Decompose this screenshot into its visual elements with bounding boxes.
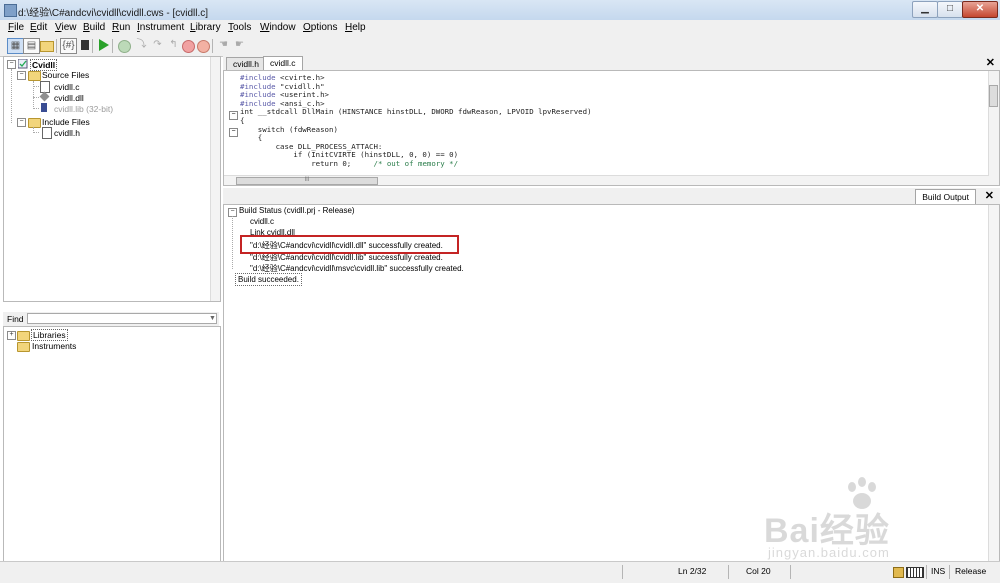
keyboard-icon (906, 567, 924, 578)
collapse-root-icon[interactable]: − (7, 60, 16, 69)
find-bar: Find ▼ (3, 312, 219, 326)
tree-scrollbar[interactable] (210, 57, 220, 301)
editor-tab-strip: cvidll.h cvidll.c ✕ (223, 56, 1000, 71)
window-title: d:\经验\C#andcvi\cvidll\cvidll.cws - [cvid… (18, 8, 209, 19)
menu-build[interactable]: Build (83, 22, 105, 33)
workspace-icon[interactable]: ▦ (7, 38, 24, 54)
tab-cvidll-c[interactable]: cvidll.c (263, 56, 303, 71)
project-tree-pane: − Cvidll − Source Files cvidll.c cvidll.… (3, 56, 221, 302)
collapse-source-icon[interactable]: − (17, 71, 26, 80)
code-editor[interactable]: − − #include <cvirte.h> #include "cvidll… (223, 70, 1000, 186)
menu-window[interactable]: Window (260, 22, 296, 33)
find-label: Find (7, 314, 24, 324)
editor-horizontal-scrollbar[interactable]: III (224, 175, 989, 185)
build-result: Build succeeded. (235, 273, 302, 286)
tree-libraries[interactable]: Libraries (31, 329, 68, 341)
code-text: #include <cvirte.h> #include "cvidll.h" … (240, 73, 592, 168)
step-over-icon[interactable]: ↷ (150, 38, 165, 52)
stop-icon[interactable] (182, 40, 195, 53)
menu-tools[interactable]: Tools (228, 22, 251, 33)
step-icon[interactable]: ⤵ (134, 38, 149, 52)
tree-file-cvidll-dll[interactable]: cvidll.dll (54, 93, 84, 103)
fold-icon[interactable]: − (229, 111, 238, 120)
menu-edit[interactable]: Edit (30, 22, 47, 33)
lock-icon (893, 567, 904, 578)
menu-instrument[interactable]: Instrument (137, 22, 184, 33)
collapse-include-icon[interactable]: − (17, 118, 26, 127)
tree-file-cvidll-lib[interactable]: cvidll.lib (32-bit) (54, 104, 113, 114)
include-icon[interactable]: {#} (60, 38, 77, 54)
highlight-box (240, 235, 459, 254)
output-line: cvidll.c (250, 217, 275, 226)
menu-view[interactable]: View (55, 22, 77, 33)
library-tree-pane: + Libraries Instruments (3, 326, 221, 562)
hand-icon[interactable]: ☚ (216, 38, 231, 52)
project-icon[interactable]: ▤ (23, 38, 40, 54)
folder-icon (17, 331, 30, 341)
status-line: Ln 2/32 (678, 566, 707, 576)
chip-icon[interactable] (78, 38, 93, 52)
terminate-icon[interactable] (197, 40, 210, 53)
breakpoint-icon[interactable] (118, 40, 131, 53)
folder-icon (28, 118, 41, 128)
status-config: Release (955, 566, 987, 576)
menu-options[interactable]: Options (303, 22, 337, 33)
h-file-icon (42, 127, 52, 139)
close-output-icon[interactable]: ✕ (985, 189, 994, 202)
title-bar: d:\经验\C#andcvi\cvidll\cvidll.cws - [cvid… (0, 0, 1000, 21)
close-editor-icon[interactable]: ✕ (986, 56, 995, 69)
fold-icon[interactable]: − (229, 128, 238, 137)
tree-source-folder[interactable]: Source Files (42, 70, 89, 80)
tree-file-cvidll-c[interactable]: cvidll.c (54, 82, 80, 92)
lib-icon (41, 103, 47, 112)
build-status-header: Build Status (cvidll.prj - Release) (239, 206, 355, 215)
menu-help[interactable]: Help (345, 22, 366, 33)
tree-instruments[interactable]: Instruments (32, 341, 76, 351)
tab-build-output[interactable]: Build Output (915, 189, 976, 205)
tab-cvidll-h[interactable]: cvidll.h (226, 57, 266, 71)
open-icon[interactable] (39, 38, 54, 52)
project-icon (18, 59, 28, 69)
find-dropdown-icon[interactable]: ▼ (208, 313, 217, 324)
toolbar: ▦ ▤ {#} ⤵ ↷ ↰ ☚ ☛ (0, 36, 1000, 57)
step-out-icon[interactable]: ↰ (166, 38, 181, 52)
watermark-url: jingyan.baidu.com (768, 545, 890, 560)
status-mode: INS (931, 566, 946, 576)
find-input[interactable] (27, 313, 217, 324)
menu-run[interactable]: Run (112, 22, 130, 33)
output-tab-strip: Build Output ✕ (223, 188, 1000, 205)
menu-bar: File Edit View Build Run Instrument Libr… (0, 20, 1000, 36)
expand-libraries-icon[interactable]: + (7, 331, 16, 340)
folder-icon (17, 342, 30, 352)
menu-library[interactable]: Library (190, 22, 221, 33)
editor-vertical-scrollbar[interactable] (988, 71, 999, 185)
minimize-button[interactable]: ▁ (912, 1, 938, 18)
hand2-icon[interactable]: ☛ (232, 38, 247, 52)
close-window-button[interactable]: ✕ (962, 1, 998, 18)
tree-file-cvidll-h[interactable]: cvidll.h (54, 128, 80, 138)
menu-file[interactable]: File (8, 22, 24, 33)
status-col: Col 20 (746, 566, 771, 576)
maximize-button[interactable]: □ (937, 1, 963, 18)
watermark: Bai经验 jingyan.baidu.com (764, 475, 994, 565)
dll-icon (39, 91, 50, 102)
tree-include-folder[interactable]: Include Files (42, 117, 90, 127)
folder-icon (28, 71, 41, 81)
run-icon[interactable] (96, 38, 111, 52)
app-icon (4, 4, 17, 17)
